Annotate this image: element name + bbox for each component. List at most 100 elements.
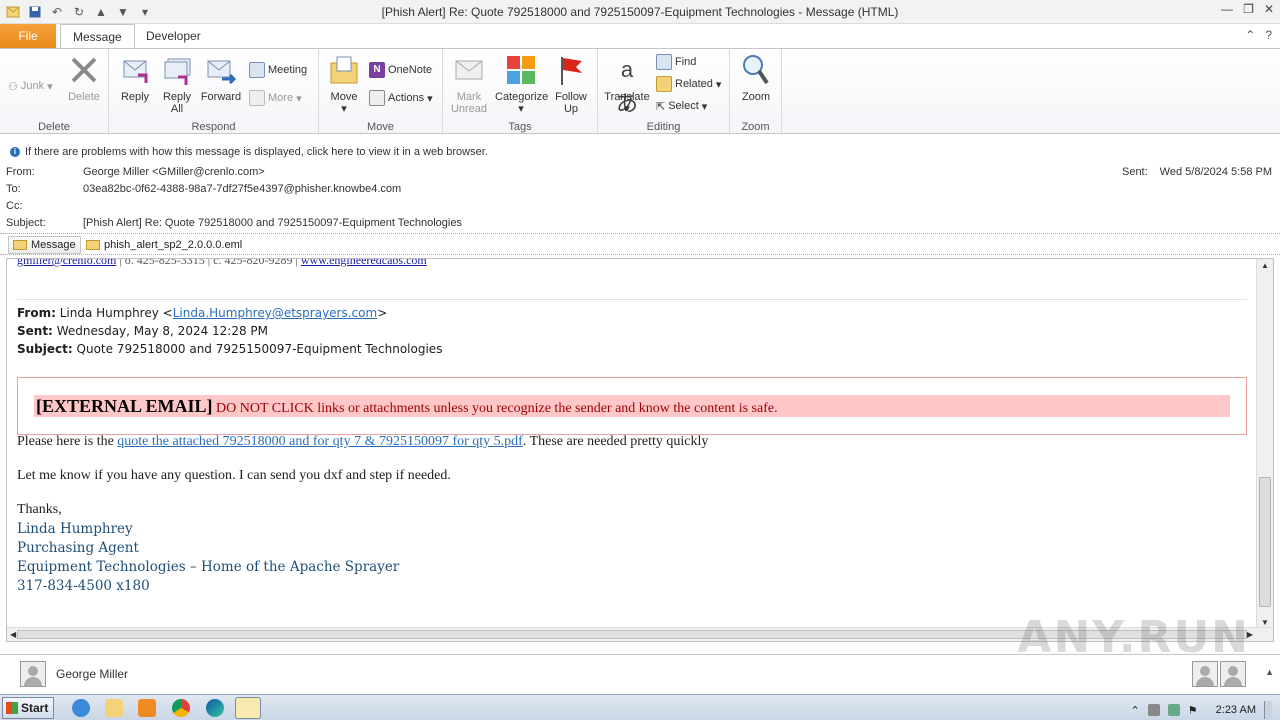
categorize-icon	[504, 53, 538, 87]
header-sent: Sent: Wed 5/8/2024 5:58 PM	[1121, 166, 1272, 178]
tab-developer[interactable]: Developer	[134, 24, 213, 48]
group-respond: Reply Reply All Forward Meeting More ▾ Res…	[109, 49, 319, 135]
more-respond-button[interactable]: More ▾	[249, 89, 302, 107]
ie-icon[interactable]	[72, 699, 90, 717]
to-value[interactable]: 03ea82bc-0f62-4388-98a7-7df27f5e4397@phi…	[83, 183, 401, 195]
fwd-subject: Subject: Quote 792518000 and 7925150097-…	[17, 342, 443, 356]
junk-icon: ⚇	[8, 80, 18, 93]
reply-all-icon	[160, 53, 194, 87]
close-icon[interactable]: ✕	[1264, 2, 1274, 16]
onenote-button[interactable]: N OneNote	[369, 61, 432, 79]
sig-email-link[interactable]: gmiller@crenlo.com	[17, 259, 116, 267]
attachment-eml[interactable]: phish_alert_sp2_2.0.0.0.eml	[82, 236, 246, 254]
group-label-editing: Editing	[646, 121, 681, 133]
flag-tray-icon[interactable]: ⚑	[1188, 704, 1198, 717]
speaker-icon[interactable]	[1147, 704, 1160, 716]
meeting-button[interactable]: Meeting	[249, 61, 307, 79]
body-paragraph-2: Let me know if you have any question. I …	[17, 468, 451, 483]
window-title: [Phish Alert] Re: Quote 792518000 and 79…	[381, 5, 899, 19]
group-label-tags: Tags	[508, 121, 532, 133]
group-delete: ⚇ Junk ▾ Delete Delete	[0, 49, 109, 135]
fwd-sent: Sent: Wednesday, May 8, 2024 12:28 PM	[17, 324, 269, 338]
attachment-bar: Message phish_alert_sp2_2.0.0.0.eml	[0, 233, 1280, 255]
message-tab[interactable]: Message	[8, 236, 81, 254]
body-thanks: Thanks,	[17, 502, 62, 517]
onenote-icon: N	[369, 62, 385, 78]
forward-icon	[204, 53, 238, 87]
avatar[interactable]	[20, 661, 46, 687]
sig-phone: 317-834-4500 x180	[17, 578, 150, 594]
edge-icon[interactable]	[206, 699, 224, 717]
sig-name: Linda Humphrey	[17, 521, 133, 537]
chrome-icon[interactable]	[172, 699, 190, 717]
mark-unread-icon	[452, 53, 486, 87]
scroll-left-icon[interactable]: ◀	[10, 630, 16, 639]
find-button[interactable]: Find	[656, 53, 696, 71]
minimize-ribbon-icon[interactable]: ⌃	[1245, 28, 1255, 42]
sig-company: Equipment Technologies – Home of the Apa…	[17, 559, 400, 575]
info-bar[interactable]: i If there are problems with how this me…	[0, 142, 1280, 160]
reply-icon	[118, 53, 152, 87]
windows-logo-icon	[6, 702, 18, 714]
junk-button[interactable]: ⚇ Junk ▾	[8, 77, 53, 95]
tab-file[interactable]: File	[0, 24, 56, 48]
fwd-from-email-link[interactable]: Linda.Humphrey@etsprayers.com	[173, 306, 377, 320]
envelope-icon	[13, 240, 27, 250]
restore-icon[interactable]: ❐	[1243, 2, 1254, 16]
people-pane-name[interactable]: George Miller	[56, 667, 128, 681]
minimize-icon[interactable]: —	[1221, 2, 1233, 16]
show-hidden-icons-icon[interactable]: ⌃	[1131, 704, 1140, 717]
taskbar: Start ⌃ ⚑ 2:23 AM	[0, 694, 1280, 720]
actions-button[interactable]: Actions ▾	[369, 89, 433, 107]
forward-button[interactable]: Forward	[197, 53, 245, 103]
explorer-icon[interactable]	[105, 699, 123, 717]
reply-all-button[interactable]: Reply All	[153, 53, 201, 115]
malicious-pdf-link[interactable]: quote the attached 792518000 and for qty…	[117, 434, 523, 449]
categorize-button[interactable]: Categorize ▾	[495, 53, 548, 115]
email-file-icon	[86, 240, 100, 250]
vertical-scroll-thumb[interactable]	[1259, 477, 1271, 607]
reply-button[interactable]: Reply	[111, 53, 159, 103]
avatar-sender[interactable]	[1192, 661, 1218, 687]
show-desktop-button[interactable]	[1264, 701, 1272, 719]
group-editing: aあ Translate ▾ Find Related ▾ ⇱ Select ▾ Edi…	[598, 49, 730, 135]
start-button[interactable]: Start	[2, 697, 54, 719]
from-value[interactable]: George Miller <GMiller@crenlo.com>	[83, 166, 265, 178]
group-label-delete: Delete	[38, 121, 70, 133]
outlook-taskbar-icon[interactable]	[235, 697, 261, 719]
separator	[17, 299, 1247, 300]
clock[interactable]: 2:23 AM	[1216, 704, 1256, 716]
mark-unread-button[interactable]: Mark Unread	[445, 53, 493, 115]
vertical-scrollbar[interactable]: ▲ ▼	[1256, 259, 1273, 629]
follow-up-button[interactable]: Follow Up	[547, 53, 595, 115]
translate-button[interactable]: aあ Translate ▾	[602, 53, 652, 116]
expand-pane-icon[interactable]: ▲	[1265, 667, 1274, 677]
info-icon: i	[10, 147, 20, 157]
message-body[interactable]: gmiller@crenlo.com | o. 425-825-3315 | c…	[6, 258, 1274, 642]
delete-button[interactable]: Delete	[60, 53, 108, 103]
people-pane: George Miller ▲	[0, 654, 1280, 692]
flag-icon	[554, 53, 588, 87]
scroll-down-icon[interactable]: ▼	[1261, 618, 1269, 627]
sig-website-link[interactable]: www.engineeredcabs.com	[301, 259, 427, 267]
network-icon[interactable]	[1167, 704, 1180, 716]
info-bar-text: If there are problems with how this mess…	[25, 146, 488, 158]
sig-title: Purchasing Agent	[17, 540, 139, 556]
fwd-from: From: Linda Humphrey <Linda.Humphrey@ets…	[17, 306, 388, 320]
translate-icon: aあ	[615, 57, 638, 116]
zoom-button[interactable]: Zoom	[732, 53, 780, 103]
system-tray: ⌃ ⚑ 2:23 AM	[1131, 701, 1272, 719]
select-button[interactable]: ⇱ Select ▾	[656, 97, 707, 115]
subject-value: [Phish Alert] Re: Quote 792518000 and 79…	[83, 217, 462, 229]
media-player-icon[interactable]	[138, 699, 156, 717]
avatar-recipient[interactable]	[1220, 661, 1246, 687]
tab-message[interactable]: Message	[60, 24, 135, 49]
related-icon	[656, 76, 672, 92]
help-icon[interactable]: ?	[1265, 28, 1272, 42]
ribbon-controls: ⌃ ?	[1245, 28, 1272, 42]
ribbon: ⚇ Junk ▾ Delete Delete Reply Reply All Forw…	[0, 48, 1280, 135]
related-button[interactable]: Related ▾	[656, 75, 721, 93]
group-label-respond: Respond	[191, 121, 236, 133]
move-button[interactable]: Move ▾	[320, 53, 368, 115]
scroll-up-icon[interactable]: ▲	[1261, 261, 1269, 270]
